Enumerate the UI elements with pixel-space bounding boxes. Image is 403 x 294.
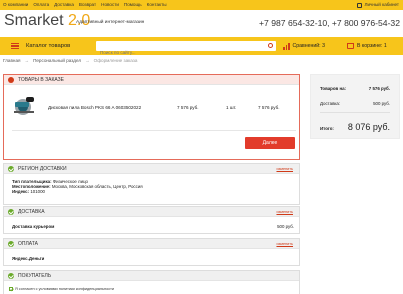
top-nav-delivery[interactable]: Доставка xyxy=(54,1,74,9)
delivery-region-section: РЕГИОН ДОСТАВКИ изменить Тип плательщика… xyxy=(3,163,300,205)
logo-text: Smarket xyxy=(4,12,64,29)
main-navbar: Каталог товаров Сравнений: 3 В корзине: … xyxy=(0,37,403,58)
delivery-title: ДОСТАВКА xyxy=(18,209,45,215)
shipping-value: 500 руб. xyxy=(373,101,390,106)
agree-label: Я согласен с условиями политики конфиден… xyxy=(15,287,114,291)
order-summary: Товаров на: 7 576 руб. Доставка: 500 руб… xyxy=(310,74,400,139)
checkmark-icon xyxy=(8,166,14,172)
top-nav-help[interactable]: Помощь xyxy=(124,1,142,9)
top-nav-about[interactable]: О компании xyxy=(3,1,28,9)
product-sum: 7 576 руб. xyxy=(258,105,280,110)
breadcrumb-home[interactable]: Главная xyxy=(3,58,20,64)
delivery-section: ДОСТАВКА изменить Доставка курьером 500 … xyxy=(3,206,300,234)
cart-label: В корзине: 1 xyxy=(357,43,387,49)
personal-cabinet-link[interactable]: Личный кабинет xyxy=(357,1,399,9)
compare-label: Сравнений: 3 xyxy=(292,43,325,49)
order-items-header: ТОВАРЫ В ЗАКАЗЕ xyxy=(4,75,299,85)
payment-section: ОПЛАТА изменить Яндекс.Деньги xyxy=(3,238,300,266)
grand-total-row: Итого: 8 076 руб. xyxy=(320,122,390,132)
buyer-title: ПОКУПАТЕЛЬ xyxy=(18,273,52,279)
zip-label: Индекс: xyxy=(12,189,30,195)
location-value: Москва, Московская область, Центр, Росси… xyxy=(51,184,143,190)
menu-icon[interactable] xyxy=(11,43,19,49)
order-items-section: ТОВАРЫ В ЗАКАЗЕ Дисковая пила Bosch PKS … xyxy=(3,74,300,160)
shipping-row: Доставка: 500 руб. xyxy=(320,101,390,106)
user-icon xyxy=(357,2,363,8)
top-bar: О компании Оплата Доставка Возврат Новос… xyxy=(0,0,403,10)
delivery-method: Доставка курьером xyxy=(12,224,55,229)
cart-link[interactable]: В корзине: 1 xyxy=(347,42,387,50)
bar-chart-icon xyxy=(283,42,290,50)
circular-saw-image[interactable] xyxy=(12,94,36,116)
agree-checkbox[interactable] xyxy=(9,287,13,291)
payment-method: Яндекс.Деньги xyxy=(12,256,45,261)
breadcrumb-personal[interactable]: Персональный раздел xyxy=(33,58,81,64)
region-details: Тип плательщика: Физическое лицо Местопо… xyxy=(4,174,299,195)
grand-total-value: 8 076 руб. xyxy=(347,122,390,132)
edit-delivery-link[interactable]: изменить xyxy=(276,209,293,215)
zip-row: Индекс: 101000 xyxy=(12,189,299,194)
search-box xyxy=(96,41,276,58)
phone-numbers: +7 987 654-32-10, +7 800 976-54-32 xyxy=(259,18,400,28)
buyer-section: ПОКУПАТЕЛЬ Я согласен с условиями полити… xyxy=(3,270,300,294)
order-items-title: ТОВАРЫ В ЗАКАЗЕ xyxy=(18,77,64,83)
zip-value: 101000 xyxy=(30,189,45,195)
divider xyxy=(12,130,296,131)
breadcrumb-separator: → xyxy=(85,58,90,63)
buyer-header: ПОКУПАТЕЛЬ xyxy=(4,271,299,281)
search-icon[interactable] xyxy=(268,43,273,48)
status-dot-icon xyxy=(8,77,14,83)
breadcrumb: Главная → Персональный раздел → Оформлен… xyxy=(3,58,137,64)
breadcrumb-separator: → xyxy=(24,58,30,63)
top-nav-contacts[interactable]: Контакты xyxy=(147,1,167,9)
top-nav: О компании Оплата Доставка Возврат Новос… xyxy=(3,1,167,9)
delivery-header: ДОСТАВКА изменить xyxy=(4,207,299,217)
privacy-agreement[interactable]: Я согласен с условиями политики конфиден… xyxy=(9,287,114,291)
top-nav-return[interactable]: Возврат xyxy=(79,1,96,9)
breadcrumb-current: Оформление заказа xyxy=(93,58,138,63)
top-nav-payment[interactable]: Оплата xyxy=(33,1,49,9)
shipping-label: Доставка: xyxy=(320,101,341,106)
goods-total-value: 7 576 руб. xyxy=(368,86,390,91)
summary-divider xyxy=(320,112,390,113)
goods-total-row: Товаров на: 7 576 руб. xyxy=(320,86,390,91)
tagline: Адаптивный интернет-магазин xyxy=(76,20,145,25)
compare-link[interactable]: Сравнений: 3 xyxy=(283,42,325,50)
product-price: 7 576 руб. xyxy=(177,105,199,110)
checkmark-icon xyxy=(8,241,14,247)
checkmark-icon xyxy=(8,273,14,279)
search-input[interactable] xyxy=(96,47,246,58)
delivery-cost: 500 руб. xyxy=(277,224,294,229)
basket-icon xyxy=(347,43,354,49)
product-name[interactable]: Дисковая пила Bosch PKS 66 A 0603502022 xyxy=(48,105,141,110)
next-button[interactable]: Далее xyxy=(245,137,295,149)
catalog-button[interactable]: Каталог товаров xyxy=(26,42,70,50)
checkmark-icon xyxy=(8,209,14,215)
goods-total-label: Товаров на: xyxy=(320,86,347,91)
edit-payment-link[interactable]: изменить xyxy=(276,241,293,247)
delivery-region-header: РЕГИОН ДОСТАВКИ изменить xyxy=(4,164,299,174)
edit-region-link[interactable]: изменить xyxy=(276,166,293,172)
top-nav-news[interactable]: Новости xyxy=(101,1,119,9)
payment-title: ОПЛАТА xyxy=(18,241,38,247)
payment-header: ОПЛАТА изменить xyxy=(4,239,299,249)
product-quantity: 1 шт. xyxy=(226,105,237,110)
personal-cabinet-label: Личный кабинет xyxy=(364,2,399,7)
grand-total-label: Итого: xyxy=(320,126,334,131)
delivery-region-title: РЕГИОН ДОСТАВКИ xyxy=(18,166,67,172)
